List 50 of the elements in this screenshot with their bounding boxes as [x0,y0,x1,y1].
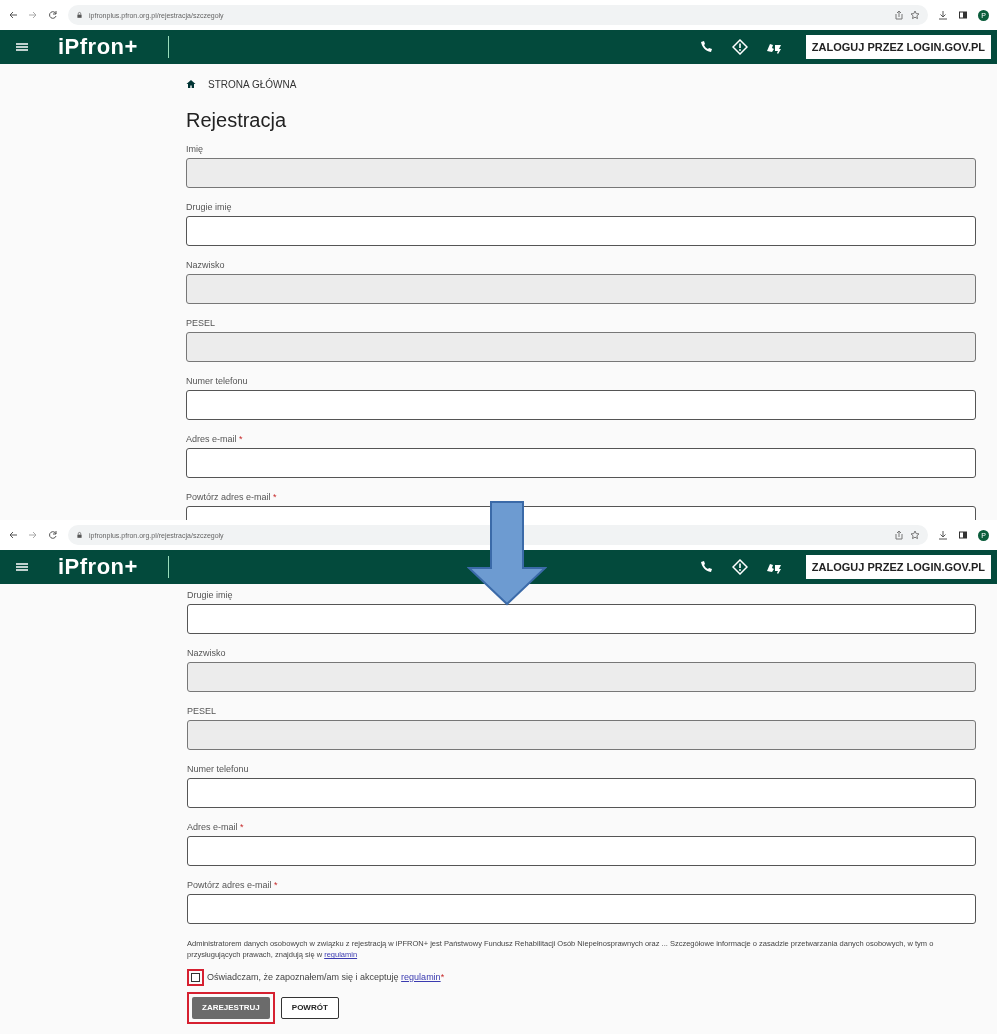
field-label: Adres e-mail * [187,822,244,833]
field-label: Powtórz adres e-mail * [187,880,278,891]
page-title: Rejestracja [186,108,288,132]
field-label: Numer telefonu [186,376,248,387]
back-icon[interactable] [8,10,18,20]
input-field[interactable] [186,448,976,478]
field-label: Adres e-mail * [186,434,243,445]
register-button[interactable]: ZAREJESTRUJ [192,996,270,1019]
sidebar-icon[interactable] [958,530,968,540]
input-field[interactable] [186,390,976,420]
input-field[interactable] [187,604,976,634]
menu-icon[interactable] [16,42,28,52]
input-field[interactable] [187,836,976,866]
reload-icon[interactable] [48,530,58,540]
login-button[interactable]: ZALOGUJ PRZEZ LOGIN.GOV.PL [805,555,991,579]
field-label: PESEL [187,706,217,717]
field-label: Nazwisko [187,648,226,659]
input-field[interactable] [187,894,976,924]
login-button[interactable]: ZALOGUJ PRZEZ LOGIN.GOV.PL [805,35,991,59]
field-label: Imię [186,144,203,155]
download-icon[interactable] [938,10,948,20]
back-button[interactable]: POWRÓT [280,996,339,1019]
field-label: Nazwisko [186,260,225,271]
reload-icon[interactable] [48,10,58,20]
logo[interactable]: iPfron+ [58,34,138,60]
input-field[interactable] [186,216,976,246]
share-icon[interactable] [894,10,904,20]
input-field[interactable] [187,778,976,808]
field-label: Powtórz adres e-mail * [186,492,277,503]
breadcrumb-link[interactable]: STRONA GŁÓWNA [208,78,297,90]
share-icon[interactable] [894,530,904,540]
field-label: Drugie imię [186,202,232,213]
lock-icon [76,530,83,540]
terms-link[interactable]: regulamin [401,972,441,982]
field-label: Numer telefonu [187,764,249,775]
consent-checkbox[interactable] [191,972,200,982]
consent-label: Oświadczam, że zapoznałem/am się i akceptuję regulamin* [207,972,445,982]
field-label: PESEL [186,318,216,329]
download-icon[interactable] [938,530,948,540]
field-label: Drugie imię [187,590,233,601]
star-icon[interactable] [910,10,920,20]
home-icon[interactable] [186,79,196,89]
warning-icon[interactable] [731,559,748,575]
menu-icon[interactable] [16,562,28,572]
star-icon[interactable] [910,530,920,540]
logo[interactable]: iPfron+ [58,554,138,580]
lock-icon [76,10,83,20]
sidebar-icon[interactable] [958,10,968,20]
warning-icon[interactable] [731,39,748,55]
back-icon[interactable] [8,530,18,540]
